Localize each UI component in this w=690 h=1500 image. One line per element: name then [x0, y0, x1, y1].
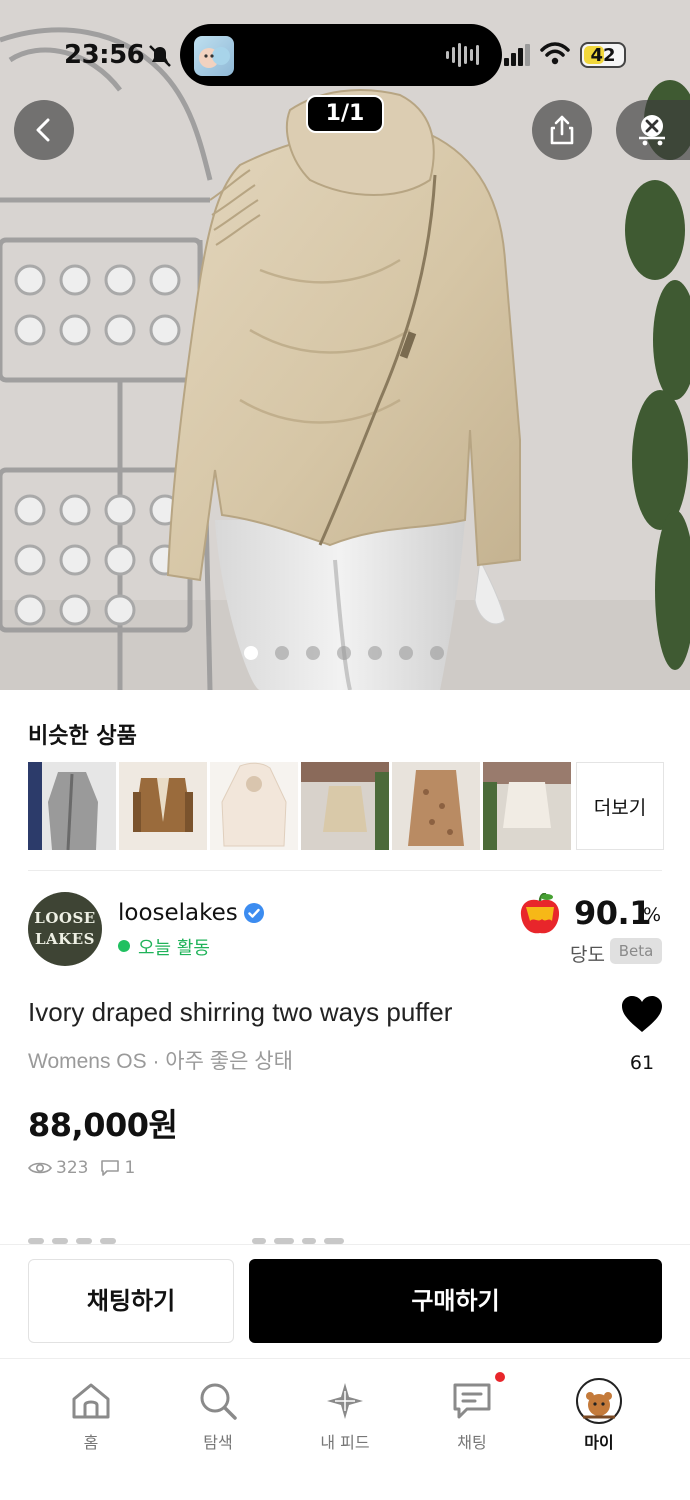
gallery-dot-1[interactable]	[244, 646, 258, 660]
sweetness-label: 당도	[570, 944, 605, 966]
sparkle-icon	[327, 1383, 363, 1419]
share-button[interactable]	[532, 100, 592, 160]
status-bar: 23:56 42	[0, 0, 690, 110]
tab-my-feed[interactable]: 내 피드	[295, 1381, 395, 1453]
gallery-dot-6[interactable]	[399, 646, 413, 660]
profile-avatar	[576, 1378, 622, 1424]
cart-button[interactable]	[616, 100, 690, 160]
activity-status-dot	[118, 940, 130, 952]
tab-home-label: 홈	[83, 1433, 99, 1452]
gallery-dots[interactable]	[244, 646, 444, 660]
bell-muted-icon	[149, 45, 171, 67]
back-button[interactable]	[14, 100, 74, 160]
avatar-text-line1: LOOSE	[34, 909, 96, 927]
product-price: 88,000원	[28, 1106, 178, 1144]
product-stats: 323 1	[28, 1158, 135, 1178]
chat-icon	[453, 1383, 491, 1419]
sweetness-unit: %	[643, 904, 662, 926]
comment-count: 1	[124, 1158, 136, 1178]
eye-icon	[28, 1162, 52, 1174]
tab-explore-label: 탐색	[203, 1433, 233, 1452]
tab-chat-label: 채팅	[457, 1433, 487, 1452]
product-image[interactable]: 23:56 42 1/1	[0, 0, 690, 690]
battery-level: 42	[590, 45, 616, 66]
seller-name[interactable]: looselakes	[118, 900, 238, 926]
tab-home[interactable]: 홈	[41, 1381, 141, 1453]
image-counter: 1/1	[306, 95, 384, 133]
product-size-condition: Womens OS · 아주 좋은 상태	[28, 1050, 293, 1073]
view-count: 323	[56, 1158, 89, 1178]
similar-item-5[interactable]	[392, 762, 480, 850]
section-divider	[28, 870, 662, 871]
gallery-dot-4[interactable]	[337, 646, 351, 660]
cart-close-icon	[639, 115, 665, 146]
similar-item-4[interactable]	[301, 762, 389, 850]
seller-avatar[interactable]: LOOSE LAKES	[28, 892, 102, 966]
similar-products-title: 비슷한 상품	[28, 724, 137, 749]
tab-my[interactable]: 마이	[549, 1378, 649, 1453]
search-icon	[200, 1383, 237, 1420]
share-icon	[550, 115, 574, 145]
similar-products-list: 더보기	[28, 762, 664, 850]
sweetness-apple-icon	[520, 893, 560, 934]
buy-button[interactable]: 구매하기	[249, 1259, 662, 1343]
avatar-text-line2: LAKES	[35, 930, 95, 948]
seller-avatar-logo: LOOSE LAKES	[28, 908, 102, 950]
comment-icon	[101, 1160, 120, 1176]
verified-badge-icon	[244, 903, 264, 923]
gallery-dot-3[interactable]	[306, 646, 320, 660]
tab-explore[interactable]: 탐색	[168, 1381, 268, 1453]
battery-indicator: 42	[580, 42, 626, 68]
gallery-dot-5[interactable]	[368, 646, 382, 660]
similar-item-3[interactable]	[210, 762, 298, 850]
audio-waveform-icon	[446, 43, 479, 67]
like-heart-icon[interactable]	[620, 994, 664, 1034]
bottom-tab-bar: 홈 탐색 내 피드 채팅 마이	[0, 1358, 690, 1500]
similar-item-1[interactable]	[28, 762, 116, 850]
beta-badge: Beta	[610, 938, 662, 964]
wifi-icon	[540, 42, 570, 65]
cut-off-content	[28, 1236, 398, 1244]
similar-item-6[interactable]	[483, 762, 571, 850]
more-similar-button[interactable]: 더보기	[576, 762, 664, 850]
gallery-dot-7[interactable]	[430, 646, 444, 660]
sweetness-score: 90.1	[574, 894, 651, 932]
chevron-left-icon	[36, 118, 50, 142]
similar-item-2[interactable]	[119, 762, 207, 850]
like-count: 61	[629, 1052, 655, 1074]
tab-my-label: 마이	[584, 1433, 614, 1452]
status-time: 23:56	[64, 40, 145, 70]
seller-activity: 오늘 활동	[138, 938, 210, 959]
chat-notification-dot	[495, 1372, 505, 1382]
now-playing-thumbnail	[194, 36, 234, 76]
purchase-action-bar: 채팅하기 구매하기	[0, 1244, 690, 1358]
chat-button[interactable]: 채팅하기	[28, 1259, 234, 1343]
dynamic-island	[180, 24, 502, 86]
tab-my-feed-label: 내 피드	[320, 1433, 370, 1452]
gallery-dot-2[interactable]	[275, 646, 289, 660]
signal-icon	[504, 44, 530, 66]
home-icon	[72, 1383, 110, 1419]
product-title: Ivory draped shirring two ways puffer	[28, 997, 453, 1027]
tab-chat[interactable]: 채팅	[422, 1381, 522, 1453]
